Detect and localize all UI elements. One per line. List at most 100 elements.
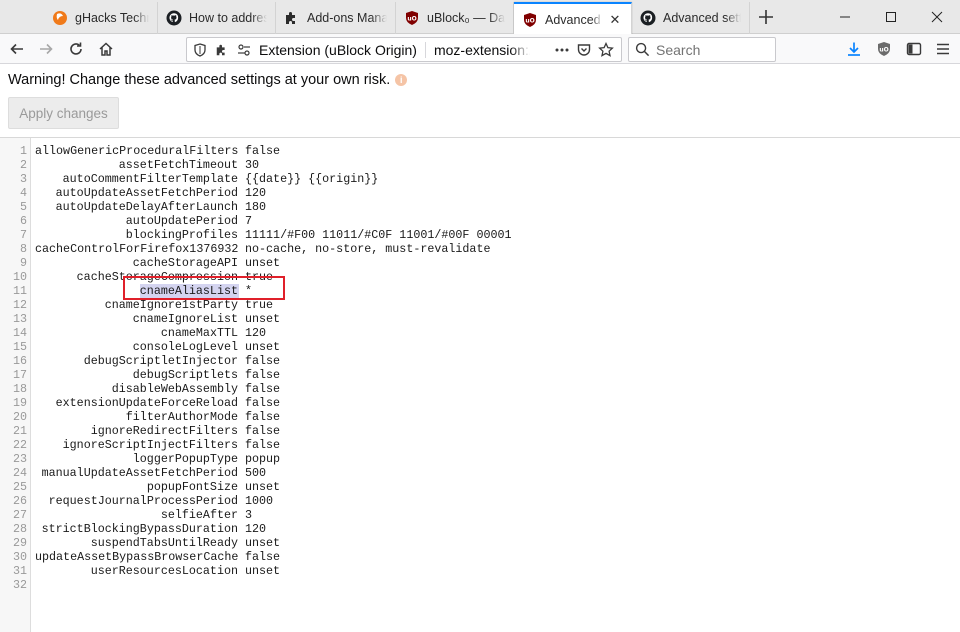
setting-line[interactable]: 12 cnameIgnore1stParty true xyxy=(0,298,960,312)
setting-value[interactable]: false xyxy=(245,368,280,382)
setting-line[interactable]: 4 autoUpdateAssetFetchPeriod 120 xyxy=(0,186,960,200)
tab-github-issue[interactable]: How to address xyxy=(158,2,276,34)
setting-line[interactable]: 6 autoUpdatePeriod 7 xyxy=(0,214,960,228)
setting-name[interactable]: allowGenericProceduralFilters xyxy=(35,144,238,158)
setting-value[interactable]: unset xyxy=(245,312,280,326)
reload-icon[interactable] xyxy=(64,37,88,61)
setting-value[interactable]: 120 xyxy=(245,522,266,536)
tab-advanced-settings[interactable]: uO Advanced settings ✕ xyxy=(514,2,632,35)
setting-name[interactable]: cnameMaxTTL xyxy=(35,326,238,340)
setting-value[interactable]: popup xyxy=(245,452,280,466)
setting-line[interactable]: 15 consoleLogLevel unset xyxy=(0,340,960,354)
setting-name[interactable]: autoUpdateAssetFetchPeriod xyxy=(35,186,238,200)
setting-line[interactable]: 27 selfieAfter 3 xyxy=(0,508,960,522)
setting-value[interactable]: true xyxy=(245,298,273,312)
setting-name[interactable]: suspendTabsUntilReady xyxy=(35,536,238,550)
setting-line[interactable]: 9 cacheStorageAPI unset xyxy=(0,256,960,270)
new-tab-plus-icon[interactable] xyxy=(754,5,778,29)
setting-name[interactable]: ignoreRedirectFilters xyxy=(35,424,238,438)
setting-value[interactable]: unset xyxy=(245,340,280,354)
setting-line[interactable]: 2 assetFetchTimeout 30 xyxy=(0,158,960,172)
setting-name[interactable]: assetFetchTimeout xyxy=(35,158,238,172)
setting-value[interactable]: false xyxy=(245,438,280,452)
advanced-settings-editor[interactable]: 1 allowGenericProceduralFilters false 2 asse… xyxy=(0,138,960,632)
setting-value[interactable]: 120 xyxy=(245,326,266,340)
setting-name[interactable]: userResourcesLocation xyxy=(35,564,238,578)
tracking-shield-icon[interactable] xyxy=(191,41,209,59)
setting-line[interactable]: 30 updateAssetBypassBrowserCache false xyxy=(0,550,960,564)
setting-value[interactable]: false xyxy=(245,424,280,438)
setting-value[interactable]: 30 xyxy=(245,158,259,172)
url-text[interactable]: moz-extension:// xyxy=(434,42,530,58)
permissions-icon[interactable] xyxy=(235,41,253,59)
info-icon[interactable]: i xyxy=(395,74,408,86)
setting-name[interactable]: ignoreScriptInjectFilters xyxy=(35,438,238,452)
close-tab-icon[interactable]: ✕ xyxy=(607,12,623,28)
setting-name[interactable]: cacheControlForFirefox1376932 xyxy=(35,242,238,256)
setting-value[interactable]: no-cache, no-store, must-revalidate xyxy=(245,242,490,256)
setting-value[interactable]: false xyxy=(245,354,280,368)
setting-value[interactable]: false xyxy=(245,396,280,410)
setting-value[interactable]: 3 xyxy=(245,508,252,522)
maximize-icon[interactable] xyxy=(868,0,914,34)
ublock-toolbar-icon[interactable]: uO xyxy=(873,38,895,60)
hamburger-menu-icon[interactable] xyxy=(932,38,954,60)
setting-line[interactable]: 1 allowGenericProceduralFilters false xyxy=(0,144,960,158)
setting-name[interactable]: requestJournalProcessPeriod xyxy=(35,494,238,508)
tab-addons-manager[interactable]: Add-ons Manager xyxy=(276,2,396,34)
sidebar-toggle-icon[interactable] xyxy=(903,38,925,60)
setting-name[interactable]: consoleLogLevel xyxy=(35,340,238,354)
setting-line[interactable]: 20 filterAuthorMode false xyxy=(0,410,960,424)
setting-value[interactable]: unset xyxy=(245,564,280,578)
setting-name[interactable]: cacheStorageAPI xyxy=(35,256,238,270)
setting-line[interactable]: 23 loggerPopupType popup xyxy=(0,452,960,466)
setting-line[interactable]: 26 requestJournalProcessPeriod 1000 xyxy=(0,494,960,508)
setting-value[interactable]: false xyxy=(245,382,280,396)
close-window-icon[interactable] xyxy=(914,0,960,34)
setting-value[interactable]: 180 xyxy=(245,200,266,214)
forward-arrow-icon[interactable] xyxy=(34,37,58,61)
tab-ublock-dashboard[interactable]: uO uBlock₀ — Dashboard xyxy=(396,2,514,34)
setting-name[interactable]: debugScriptletInjector xyxy=(35,354,238,368)
setting-name[interactable]: strictBlockingBypassDuration xyxy=(35,522,238,536)
setting-value[interactable]: unset xyxy=(245,536,280,550)
setting-value[interactable]: 7 xyxy=(245,214,252,228)
setting-line[interactable]: 31 userResourcesLocation unset xyxy=(0,564,960,578)
setting-value[interactable]: 11111/#F00 11011/#C0F 11001/#00F 00001 xyxy=(245,228,512,242)
setting-name[interactable]: disableWebAssembly xyxy=(35,382,238,396)
setting-name[interactable]: blockingProfiles xyxy=(35,228,238,242)
back-arrow-icon[interactable] xyxy=(5,37,29,61)
setting-line[interactable]: 17 debugScriptlets false xyxy=(0,368,960,382)
setting-name[interactable]: cnameIgnore1stParty xyxy=(35,298,238,312)
setting-line[interactable]: 7 blockingProfiles 11111/#F00 11011/#C0F 1… xyxy=(0,228,960,242)
setting-line[interactable]: 21 ignoreRedirectFilters false xyxy=(0,424,960,438)
setting-line[interactable]: 14 cnameMaxTTL 120 xyxy=(0,326,960,340)
setting-value[interactable]: false xyxy=(245,144,280,158)
setting-name[interactable]: autoCommentFilterTemplate xyxy=(35,172,238,186)
downloads-arrow-icon[interactable] xyxy=(843,38,865,60)
setting-name[interactable]: autoUpdatePeriod xyxy=(35,214,238,228)
setting-line[interactable]: 25 popupFontSize unset xyxy=(0,480,960,494)
setting-value[interactable]: {{date}} {{origin}} xyxy=(245,172,378,186)
setting-name[interactable]: extensionUpdateForceReload xyxy=(35,396,238,410)
setting-value[interactable]: unset xyxy=(245,480,280,494)
setting-name[interactable]: selfieAfter xyxy=(35,508,238,522)
setting-value[interactable]: unset xyxy=(245,256,280,270)
home-icon[interactable] xyxy=(94,37,118,61)
apply-changes-button[interactable]: Apply changes xyxy=(8,97,119,129)
setting-name[interactable]: cnameIgnoreList xyxy=(35,312,238,326)
setting-line[interactable]: 3 autoCommentFilterTemplate {{date}} {{ori… xyxy=(0,172,960,186)
setting-name[interactable]: debugScriptlets xyxy=(35,368,238,382)
setting-value[interactable]: 1000 xyxy=(245,494,273,508)
extension-puzzle-icon[interactable] xyxy=(213,41,231,59)
setting-line[interactable]: 19 extensionUpdateForceReload false xyxy=(0,396,960,410)
setting-name[interactable]: autoUpdateDelayAfterLaunch xyxy=(35,200,238,214)
page-actions-menu-icon[interactable] xyxy=(551,39,573,61)
bookmark-star-icon[interactable] xyxy=(595,39,617,61)
setting-value[interactable]: false xyxy=(245,410,280,424)
setting-name[interactable]: filterAuthorMode xyxy=(35,410,238,424)
setting-line[interactable]: 24 manualUpdateAssetFetchPeriod 500 xyxy=(0,466,960,480)
setting-value[interactable]: 120 xyxy=(245,186,266,200)
setting-value[interactable]: false xyxy=(245,550,280,564)
setting-name[interactable]: manualUpdateAssetFetchPeriod xyxy=(35,466,238,480)
